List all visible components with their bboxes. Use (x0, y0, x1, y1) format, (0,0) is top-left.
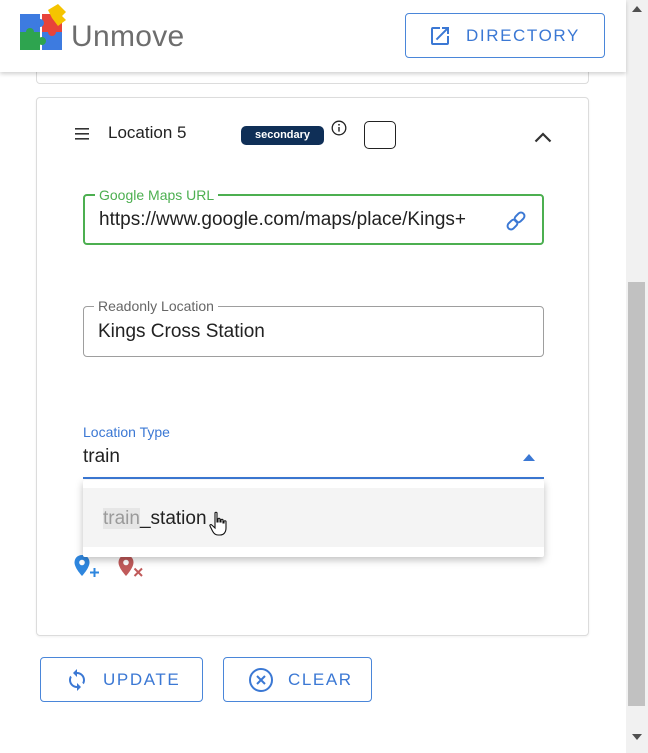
remove-location-pin-icon[interactable] (117, 554, 145, 582)
info-icon[interactable] (331, 120, 347, 136)
location-type-label: Location Type (83, 424, 170, 440)
vertical-scrollbar[interactable] (626, 0, 648, 753)
google-maps-url-input[interactable]: https://www.google.com/maps/place/Kings+ (99, 209, 489, 231)
scroll-down-arrow-icon[interactable] (632, 734, 642, 740)
cancel-circle-icon (249, 667, 273, 692)
google-maps-url-field[interactable]: Google Maps URL https://www.google.com/m… (83, 187, 544, 245)
app-header: Unmove DIRECTORY (0, 0, 626, 72)
location-title: Location 5 (108, 123, 187, 142)
readonly-location-label: Readonly Location (94, 298, 218, 314)
option-match-text: train (103, 508, 140, 529)
add-location-pin-icon[interactable] (73, 554, 101, 582)
scrollbar-thumb[interactable] (628, 282, 645, 706)
readonly-location-value: Kings Cross Station (98, 321, 265, 342)
readonly-location-field: Readonly Location Kings Cross Station (83, 298, 544, 357)
scroll-up-arrow-icon[interactable] (632, 6, 642, 12)
dropdown-option-label: train_station (103, 508, 207, 530)
directory-button[interactable]: DIRECTORY (405, 13, 605, 58)
dropdown-option-train-station[interactable]: train_station (83, 488, 544, 547)
open-external-icon (431, 26, 449, 45)
puzzle-logo-icon (20, 4, 66, 50)
update-button[interactable]: UPDATE (40, 657, 203, 702)
directory-button-label: DIRECTORY (466, 25, 580, 45)
hand-pointer-cursor-icon (209, 511, 227, 536)
caret-up-icon[interactable] (523, 454, 535, 461)
location-type-underline (83, 477, 544, 479)
location-type-input[interactable]: train (83, 446, 120, 468)
sync-icon (69, 668, 85, 691)
brand-name: Unmove (71, 20, 185, 53)
primary-checkbox[interactable] (364, 121, 396, 149)
clear-button-label: CLEAR (288, 669, 353, 689)
option-rest-text: _station (139, 508, 207, 529)
clear-button[interactable]: CLEAR (223, 657, 372, 702)
drag-handle-icon[interactable] (75, 128, 89, 140)
chevron-up-icon[interactable] (534, 132, 552, 143)
link-icon[interactable] (504, 209, 528, 233)
status-badge: secondary (241, 126, 325, 145)
google-maps-url-label: Google Maps URL (95, 187, 219, 203)
update-button-label: UPDATE (103, 669, 181, 689)
location-type-dropdown: train_station (83, 480, 544, 557)
